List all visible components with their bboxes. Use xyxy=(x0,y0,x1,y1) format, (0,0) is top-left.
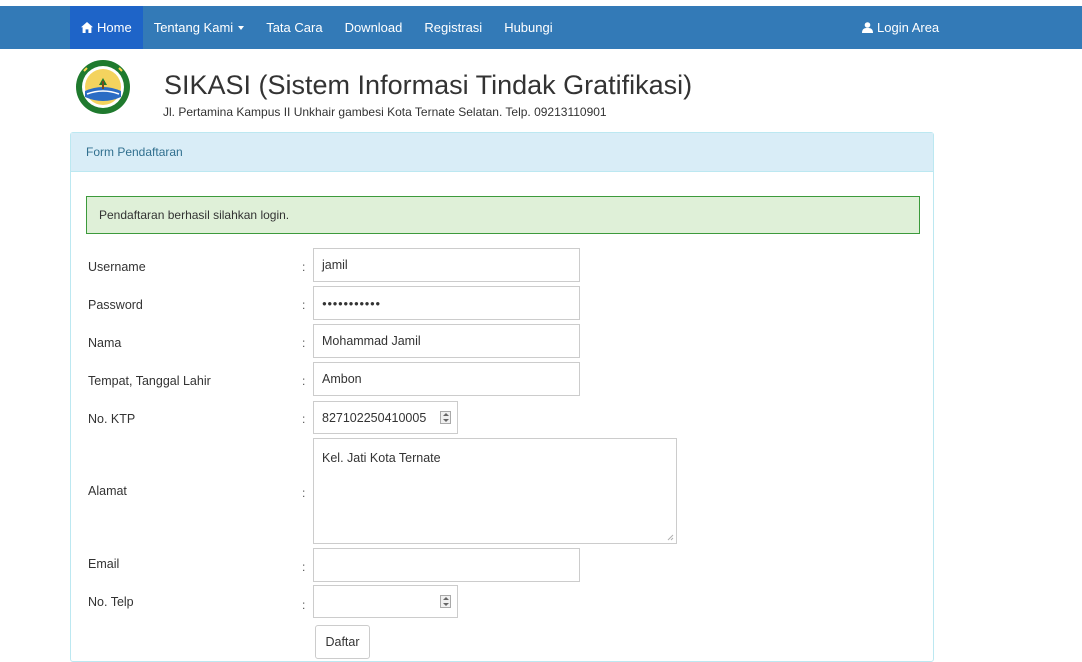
spinner-up-icon xyxy=(442,413,449,417)
nama-value: Mohammad Jamil xyxy=(322,334,421,348)
spinner-up-icon xyxy=(442,597,449,601)
ktp-spinner[interactable] xyxy=(440,411,451,424)
password-colon: : xyxy=(302,298,306,312)
spinner-down-icon xyxy=(442,418,449,422)
telp-spinner[interactable] xyxy=(440,595,451,608)
nama-label: Nama xyxy=(88,336,122,350)
success-alert: Pendaftaran berhasil silahkan login. xyxy=(86,196,920,234)
ttl-input[interactable]: Ambon xyxy=(313,362,580,396)
nav-menu: Home Tentang Kami Tata Cara Download Reg… xyxy=(70,6,564,49)
password-label: Password xyxy=(88,298,143,312)
nama-colon: : xyxy=(302,336,306,350)
top-navbar: Home Tentang Kami Tata Cara Download Reg… xyxy=(0,6,1082,49)
nav-login-area-label: Login Area xyxy=(877,20,940,35)
user-icon xyxy=(862,22,873,33)
registration-panel: Form Pendaftaran Pendaftaran berhasil si… xyxy=(70,132,934,662)
panel-heading: Form Pendaftaran xyxy=(71,133,933,172)
nav-tata-cara[interactable]: Tata Cara xyxy=(255,6,333,49)
nav-tentang-kami[interactable]: Tentang Kami xyxy=(143,6,256,49)
username-value: jamil xyxy=(322,258,348,272)
nav-hubungi-label: Hubungi xyxy=(504,20,553,35)
telp-colon: : xyxy=(302,598,306,612)
email-input[interactable] xyxy=(313,548,580,582)
nav-download-label: Download xyxy=(344,20,403,35)
university-logo xyxy=(75,59,131,115)
ktp-label: No. KTP xyxy=(88,412,136,426)
nav-home[interactable]: Home xyxy=(70,6,143,49)
ttl-value: Ambon xyxy=(322,372,362,386)
nav-registrasi[interactable]: Registrasi xyxy=(413,6,493,49)
username-input[interactable]: jamil xyxy=(313,248,580,282)
password-value: ●●●●●●●●●●● xyxy=(322,298,381,308)
nama-input[interactable]: Mohammad Jamil xyxy=(313,324,580,358)
resize-grip-icon[interactable] xyxy=(666,533,674,541)
spinner-down-icon xyxy=(442,602,449,606)
nav-tata-cara-label: Tata Cara xyxy=(266,20,323,35)
nav-hubungi[interactable]: Hubungi xyxy=(493,6,563,49)
password-input[interactable]: ●●●●●●●●●●● xyxy=(313,286,580,320)
ktp-number-input[interactable]: 827102250410005 xyxy=(313,401,458,434)
ttl-colon: : xyxy=(302,374,306,388)
site-title: SIKASI (Sistem Informasi Tindak Gratifik… xyxy=(164,70,693,100)
telp-number-input[interactable] xyxy=(313,585,458,618)
site-address: Jl. Pertamina Kampus II Unkhair gambesi … xyxy=(163,105,607,119)
nav-home-label: Home xyxy=(97,20,132,35)
ttl-label: Tempat, Tanggal Lahir xyxy=(88,374,211,388)
telp-label: No. Telp xyxy=(88,595,134,609)
alamat-label: Alamat xyxy=(88,484,127,498)
ktp-colon: : xyxy=(302,412,306,426)
nav-tentang-kami-label: Tentang Kami xyxy=(153,20,234,35)
nav-registrasi-label: Registrasi xyxy=(424,20,483,35)
alamat-colon: : xyxy=(302,486,306,500)
home-icon xyxy=(81,22,93,33)
nav-login-area[interactable]: Login Area xyxy=(851,6,950,49)
ktp-value: 827102250410005 xyxy=(322,410,427,425)
username-label: Username xyxy=(88,260,146,274)
caret-down-icon xyxy=(238,25,245,30)
alamat-textarea[interactable]: Kel. Jati Kota Ternate xyxy=(313,438,677,544)
email-label: Email xyxy=(88,557,120,571)
email-colon: : xyxy=(302,560,306,574)
nav-download[interactable]: Download xyxy=(334,6,414,49)
alamat-value: Kel. Jati Kota Ternate xyxy=(322,451,441,465)
username-colon: : xyxy=(302,260,306,274)
daftar-button[interactable]: Daftar xyxy=(315,625,370,659)
